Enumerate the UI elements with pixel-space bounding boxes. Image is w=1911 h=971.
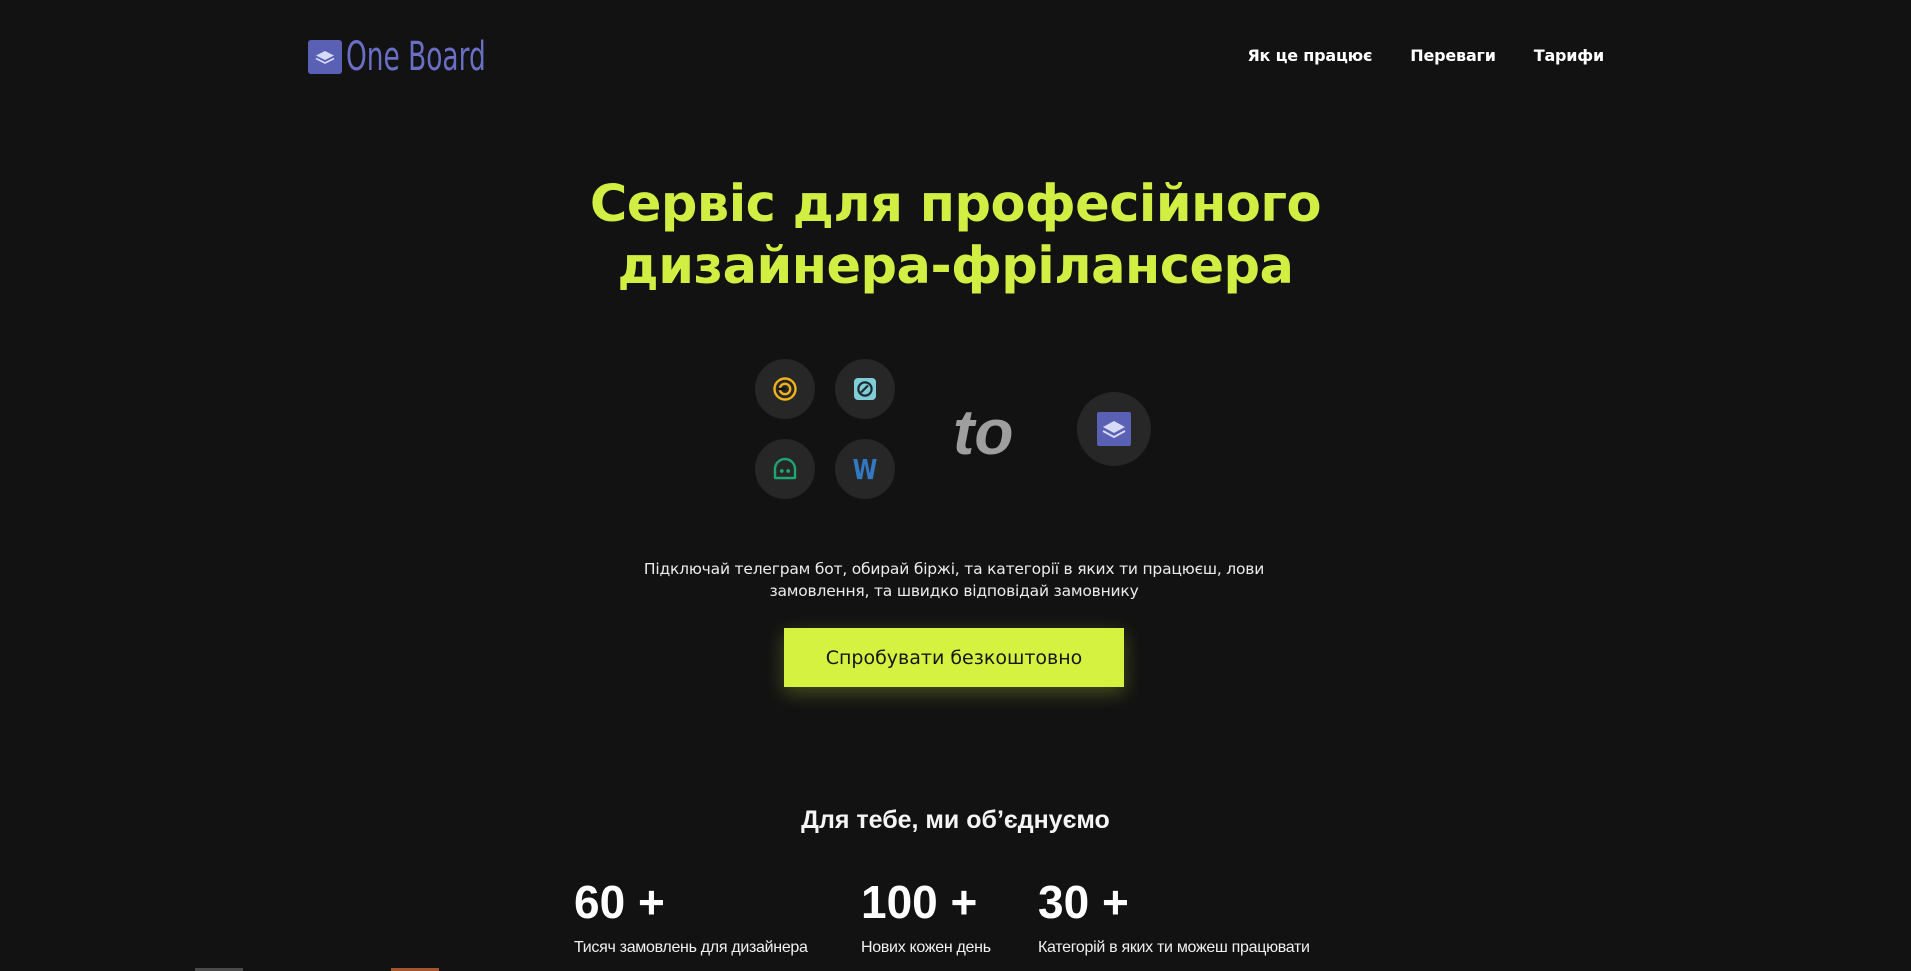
oneboard-target-icon <box>1077 392 1151 466</box>
stat-label: Тисяч замовлень для дизайнера <box>574 939 808 956</box>
hero-description: Підключай телеграм бот, обирай біржі, та… <box>643 560 1265 600</box>
logo-link[interactable]: One Board <box>308 35 558 79</box>
nav-link-advantages[interactable]: Переваги <box>1410 46 1496 65</box>
kabanchik-icon <box>835 359 895 419</box>
hero-title-line-1: Сервіс для професійного <box>589 175 1322 234</box>
svg-text:W: W <box>853 454 878 484</box>
weblancer-icon: W <box>835 439 895 499</box>
stat-daily: 100 + Нових кожен день <box>861 876 991 958</box>
logo-text: One Board <box>346 34 486 80</box>
stat-label: Категорій в яких ти можеш працювати <box>1038 939 1310 956</box>
oneboard-logo-icon <box>308 40 342 74</box>
landing-page: One Board Як це працює Переваги Тарифи С… <box>0 0 1911 971</box>
freelance-ua-icon <box>755 439 815 499</box>
stat-orders: 60 + Тисяч замовлень для дизайнера <box>574 876 808 958</box>
stat-number: 30 + <box>1038 876 1129 928</box>
try-free-button[interactable]: Спробувати безкоштовно <box>784 628 1124 687</box>
freelancehunt-icon <box>755 359 815 419</box>
connector-to-label: to <box>953 396 1014 468</box>
stat-number: 100 + <box>861 876 978 928</box>
stat-categories: 30 + Категорій в яких ти можеш працювати <box>1038 876 1310 958</box>
hero-title: Сервіс для професійного дизайнера-фрілан… <box>0 174 1911 298</box>
nav-link-how-it-works[interactable]: Як це працює <box>1247 46 1372 65</box>
stats-section-title: Для тебе, ми об’єднуємо <box>801 806 1110 834</box>
hero-title-line-2: дизайнера-фрілансера <box>617 237 1294 296</box>
nav-link-pricing[interactable]: Тарифи <box>1534 46 1604 65</box>
stat-number: 60 + <box>574 876 665 928</box>
main-nav: Як це працює Переваги Тарифи <box>1247 46 1604 65</box>
stat-label: Нових кожен день <box>861 939 991 956</box>
